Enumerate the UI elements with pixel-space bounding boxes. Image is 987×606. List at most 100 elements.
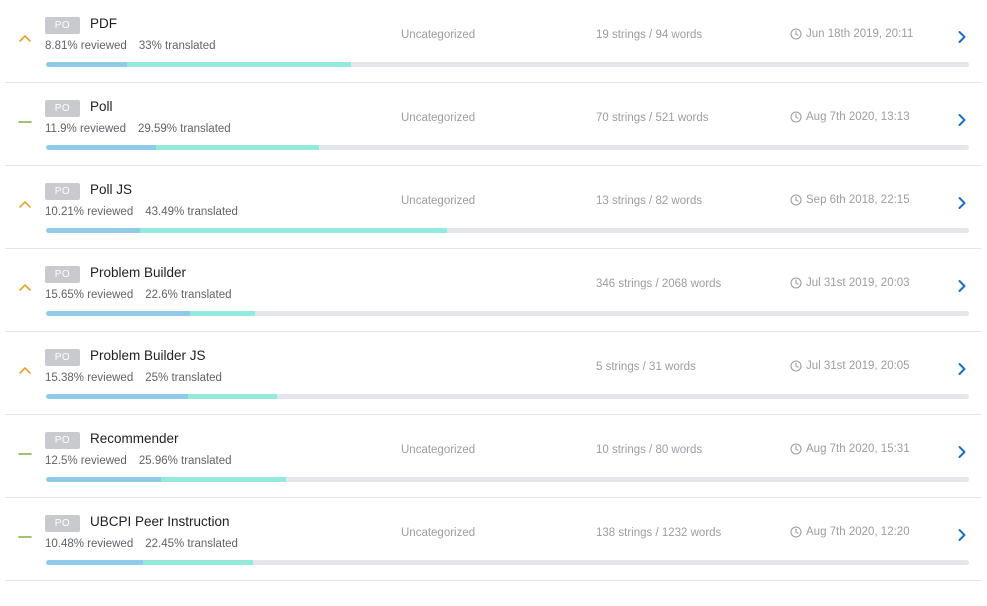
file-format-badge: PO: [45, 266, 80, 283]
priority-normal-dash-icon: [17, 445, 33, 461]
resource-category: Uncategorized: [401, 112, 476, 124]
clock-icon: [790, 526, 802, 538]
string-word-count: 70 strings / 521 words: [596, 112, 709, 124]
last-updated: Sep 6th 2018, 22:15: [790, 194, 910, 206]
reviewed-percent: 12.5% reviewed: [45, 455, 127, 467]
resource-stats: 11.9% reviewed 29.59% translated: [45, 123, 231, 135]
file-format-badge: PO: [45, 349, 80, 366]
last-updated-date: Jul 31st 2019, 20:05: [806, 360, 910, 372]
resource-list: PO PDF 8.81% reviewed 33% translated Uncateg…: [5, 0, 981, 581]
clock-icon: [790, 194, 802, 206]
translated-percent: 33% translated: [138, 40, 216, 52]
priority-high-chevron-up-icon: [17, 196, 33, 212]
resource-category: Uncategorized: [401, 444, 476, 456]
resource-name[interactable]: Problem Builder: [90, 265, 186, 280]
string-word-count: 10 strings / 80 words: [596, 444, 703, 456]
translated-percent: 29.59% translated: [137, 123, 231, 135]
resource-name[interactable]: Poll JS: [90, 182, 132, 197]
string-word-count: 5 strings / 31 words: [596, 361, 696, 373]
resource-row[interactable]: PO Poll JS 10.21% reviewed 43.49% translate…: [5, 166, 981, 249]
translated-percent: 22.45% translated: [145, 538, 238, 550]
resource-row[interactable]: PO Poll 11.9% reviewed 29.59% translated Unc…: [5, 83, 981, 166]
last-updated: Jul 31st 2019, 20:03: [790, 277, 910, 289]
chevron-right-icon[interactable]: [956, 444, 968, 460]
resource-name[interactable]: Problem Builder JS: [90, 348, 206, 363]
string-word-count: 346 strings / 2068 words: [596, 278, 722, 290]
reviewed-percent: 10.48% reviewed: [45, 538, 134, 550]
last-updated: Jun 18th 2019, 20:11: [790, 28, 913, 40]
progress-translated: [187, 394, 277, 399]
progress-reviewed: [46, 560, 143, 565]
progress-reviewed: [46, 228, 141, 233]
clock-icon: [790, 111, 802, 123]
chevron-right-icon[interactable]: [956, 361, 968, 377]
clock-icon: [790, 277, 802, 289]
resource-stats: 15.65% reviewed 22.6% translated: [45, 289, 232, 301]
chevron-right-icon[interactable]: [956, 195, 968, 211]
last-updated-date: Jun 18th 2019, 20:11: [806, 28, 914, 40]
resource-row[interactable]: PO Problem Builder 15.65% reviewed 22.6% tr…: [5, 249, 981, 332]
resource-row[interactable]: PO PDF 8.81% reviewed 33% translated Uncateg…: [5, 0, 981, 83]
chevron-right-icon[interactable]: [956, 29, 968, 45]
reviewed-percent: 15.38% reviewed: [45, 372, 134, 384]
progress-translated: [161, 477, 286, 482]
clock-icon: [790, 443, 802, 455]
string-word-count: 138 strings / 1232 words: [596, 527, 722, 539]
resource-category: Uncategorized: [401, 195, 476, 207]
resource-row[interactable]: PO Problem Builder JS 15.38% reviewed 25% t…: [5, 332, 981, 415]
resource-name[interactable]: UBCPI Peer Instruction: [90, 514, 230, 529]
translated-percent: 25.96% translated: [138, 455, 232, 467]
resource-row[interactable]: PO UBCPI Peer Instruction 10.48% reviewed 2…: [5, 498, 981, 581]
progress-translated: [140, 228, 448, 233]
reviewed-percent: 8.81% reviewed: [45, 40, 127, 52]
progress-translated: [155, 145, 320, 150]
priority-high-chevron-up-icon: [17, 30, 33, 46]
resource-name[interactable]: Poll: [90, 99, 113, 114]
priority-normal-dash-icon: [17, 528, 33, 544]
chevron-right-icon[interactable]: [956, 112, 968, 128]
resource-row[interactable]: PO Recommender 12.5% reviewed 25.96% transl…: [5, 415, 981, 498]
resource-stats: 10.48% reviewed 22.45% translated: [45, 538, 238, 550]
file-format-badge: PO: [45, 183, 80, 200]
last-updated-date: Jul 31st 2019, 20:03: [806, 277, 910, 289]
file-format-badge: PO: [45, 515, 80, 532]
progress-translated: [127, 62, 351, 67]
resource-name[interactable]: PDF: [90, 16, 117, 31]
last-updated: Aug 7th 2020, 12:20: [790, 526, 910, 538]
progress-translated: [190, 311, 255, 316]
reviewed-percent: 15.65% reviewed: [45, 289, 134, 301]
clock-icon: [790, 28, 802, 40]
priority-high-chevron-up-icon: [17, 362, 33, 378]
resource-stats: 15.38% reviewed 25% translated: [45, 372, 222, 384]
progress-reviewed: [46, 145, 156, 150]
translated-percent: 22.6% translated: [145, 289, 232, 301]
progress-bar: [46, 145, 969, 150]
chevron-right-icon[interactable]: [956, 278, 968, 294]
translated-percent: 43.49% translated: [145, 206, 238, 218]
progress-translated: [142, 560, 254, 565]
translated-percent: 25% translated: [145, 372, 222, 384]
string-word-count: 13 strings / 82 words: [596, 195, 703, 207]
chevron-right-icon[interactable]: [956, 527, 968, 543]
priority-normal-dash-icon: [17, 113, 33, 129]
resource-category: Uncategorized: [401, 527, 476, 539]
last-updated-date: Sep 6th 2018, 22:15: [806, 194, 910, 206]
resource-name[interactable]: Recommender: [90, 431, 179, 446]
clock-icon: [790, 360, 802, 372]
file-format-badge: PO: [45, 100, 80, 117]
resource-stats: 10.21% reviewed 43.49% translated: [45, 206, 238, 218]
priority-high-chevron-up-icon: [17, 279, 33, 295]
reviewed-percent: 11.9% reviewed: [45, 123, 126, 135]
progress-bar: [46, 560, 969, 565]
progress-bar: [46, 311, 969, 316]
progress-reviewed: [46, 311, 191, 316]
resource-category: Uncategorized: [401, 29, 476, 41]
progress-bar: [46, 394, 969, 399]
progress-reviewed: [46, 477, 162, 482]
progress-bar: [46, 62, 969, 67]
progress-bar: [46, 228, 969, 233]
progress-reviewed: [46, 394, 188, 399]
last-updated-date: Aug 7th 2020, 15:31: [806, 443, 910, 455]
resource-stats: 8.81% reviewed 33% translated: [45, 40, 216, 52]
last-updated: Aug 7th 2020, 13:13: [790, 111, 910, 123]
